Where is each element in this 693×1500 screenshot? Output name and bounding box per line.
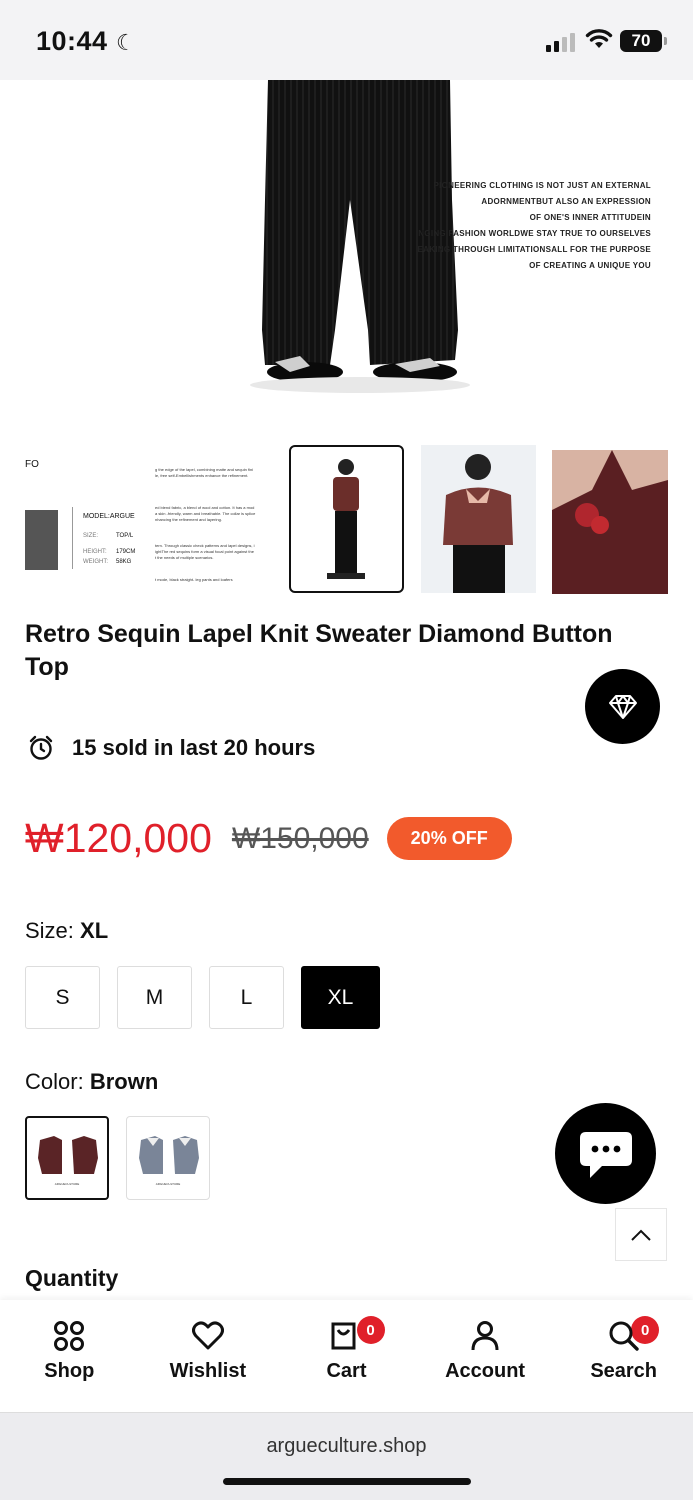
sweater-detail-photo xyxy=(552,450,668,534)
status-time: 10:44 xyxy=(36,26,108,56)
size-option-l[interactable]: L xyxy=(209,966,284,1029)
product-title: Retro Sequin Lapel Knit Sweater Diamond … xyxy=(25,620,613,681)
grey-sweater-swatch: ARGUECULTURE xyxy=(139,1136,199,1186)
model-photo xyxy=(443,454,513,593)
model-photo xyxy=(327,459,365,579)
tab-cart-label: Cart xyxy=(326,1360,367,1382)
size-label: Size: XL xyxy=(25,918,109,943)
tab-account-label: Account xyxy=(445,1360,526,1382)
color-options: ARGUECULTURE ARGUECULTURE xyxy=(25,1116,210,1200)
diamond-button[interactable] xyxy=(585,669,660,744)
discount-badge: 20% OFF xyxy=(386,817,512,860)
tab-cart[interactable]: 0 Cart xyxy=(277,1300,660,1412)
diamond-icon xyxy=(608,694,637,719)
thumbnail-2[interactable]: g the edge of the lapel, combining matte… xyxy=(155,445,275,593)
tab-wishlist[interactable]: 0 Wishlist xyxy=(139,1300,385,1412)
thumbnail-strip: FO MODEL:ARGUE SIZE: TOP/L HEIGHT: 179CM… xyxy=(0,445,693,595)
sale-price: ₩120,000 xyxy=(25,815,212,861)
heart-icon xyxy=(191,1321,224,1350)
status-bar: 10:44 ☾ 70 xyxy=(0,0,693,80)
thumbnail-4[interactable] xyxy=(421,445,536,593)
original-price: ₩150,000 xyxy=(231,821,369,855)
tab-search[interactable]: Search xyxy=(554,1300,693,1412)
grid-icon xyxy=(54,1321,85,1351)
cellular-signal-icon xyxy=(546,32,576,52)
chat-button[interactable] xyxy=(555,1103,656,1204)
thumbnail-5[interactable] xyxy=(552,450,668,594)
tab-shop-label: Shop xyxy=(44,1360,95,1382)
price-row: ₩120,000 ₩150,000 20% OFF xyxy=(25,815,512,862)
color-swatch-grey[interactable]: ARGUECULTURE xyxy=(126,1116,210,1200)
cart-icon xyxy=(331,1322,356,1350)
svg-text:ARGUECULTURE: ARGUECULTURE xyxy=(55,1182,80,1186)
home-indicator xyxy=(223,1478,471,1485)
product-main-image[interactable]: PIONEERING CLOTHING IS NOT JUST AN EXTER… xyxy=(0,80,693,425)
quantity-label: Quantity xyxy=(25,1265,119,1291)
chat-bubble-icon xyxy=(579,1131,632,1178)
tab-shop[interactable]: Shop xyxy=(0,1300,139,1412)
url-text[interactable]: argueculture.shop xyxy=(0,1435,693,1458)
thumbnail-3-selected[interactable] xyxy=(289,445,404,593)
size-options: S M L XL xyxy=(25,966,380,1029)
moon-icon: ☾ xyxy=(116,30,136,55)
tab-wishlist-label: Wishlist xyxy=(169,1360,247,1382)
color-label: Color: Brown xyxy=(25,1069,159,1094)
svg-text:ARGUECULTURE: ARGUECULTURE xyxy=(156,1182,181,1186)
bottom-tab-bar: Shop 0 Wishlist 0 Cart Account Search xyxy=(0,1300,693,1412)
brown-sweater-swatch: ARGUECULTURE xyxy=(38,1136,98,1186)
alarm-clock-icon xyxy=(29,735,53,760)
tab-account[interactable]: Account xyxy=(416,1300,555,1412)
size-option-s[interactable]: S xyxy=(25,966,100,1029)
user-icon xyxy=(471,1321,499,1351)
thumbnail-1[interactable]: FO MODEL:ARGUE SIZE: TOP/L HEIGHT: 179CM… xyxy=(0,445,140,593)
wifi-icon xyxy=(585,29,613,48)
color-swatch-brown[interactable]: ARGUECULTURE xyxy=(25,1116,109,1200)
browser-address-bar[interactable]: argueculture.shop xyxy=(0,1412,693,1500)
battery-indicator: 70 xyxy=(620,30,667,52)
size-option-m[interactable]: M xyxy=(117,966,192,1029)
sold-counter: 15 sold in last 20 hours xyxy=(28,735,315,761)
scroll-to-top-button[interactable] xyxy=(615,1208,667,1261)
hero-quote: PIONEERING CLOTHING IS NOT JUST AN EXTER… xyxy=(417,181,651,270)
chevron-up-icon xyxy=(631,1229,651,1241)
tab-search-label: Search xyxy=(590,1360,658,1382)
size-option-xl[interactable]: XL xyxy=(301,966,380,1029)
search-icon xyxy=(609,1321,639,1351)
sold-text: 15 sold in last 20 hours xyxy=(72,735,316,760)
